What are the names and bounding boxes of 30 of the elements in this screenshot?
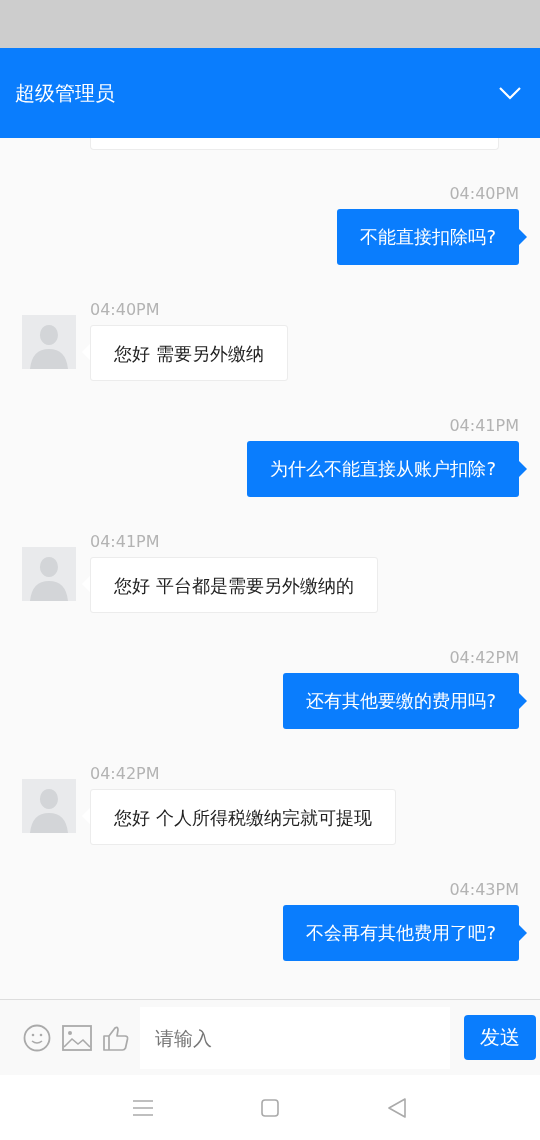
send-button[interactable]: 发送: [464, 1015, 536, 1060]
received-message: 您好 需要另外缴纳: [90, 325, 288, 381]
home-icon[interactable]: [261, 1098, 279, 1117]
message-time: 04:40PM: [449, 184, 519, 204]
image-icon[interactable]: [62, 1024, 92, 1051]
menu-icon[interactable]: [133, 1099, 153, 1116]
bubble-tail: [519, 461, 527, 477]
message-time: 04:41PM: [449, 416, 519, 436]
message-time: 04:42PM: [90, 764, 160, 784]
avatar-icon: [22, 315, 76, 369]
message-input[interactable]: 请输入: [140, 1006, 450, 1069]
bubble-tail: [519, 925, 527, 941]
bubble-tail: [519, 229, 527, 245]
message-time: 04:41PM: [90, 532, 160, 552]
avatar-icon: [22, 779, 76, 833]
avatar-icon: [22, 547, 76, 601]
message-time: 04:40PM: [90, 300, 160, 320]
sent-message: 为什么不能直接从账户扣除?: [247, 441, 519, 497]
back-icon[interactable]: [387, 1097, 407, 1118]
emoji-icon[interactable]: [22, 1022, 52, 1053]
chevron-down-icon[interactable]: [498, 86, 522, 100]
sent-message: 还有其他要缴的费用吗?: [283, 673, 519, 729]
sent-message: 不能直接扣除吗?: [337, 209, 519, 265]
bubble-tail: [519, 693, 527, 709]
received-message: 您好 个人所得税缴纳完就可提现: [90, 789, 396, 845]
chat-title: 超级管理员: [15, 79, 115, 107]
message-time: 04:42PM: [449, 648, 519, 668]
message-time: 04:43PM: [449, 880, 519, 900]
sent-message: 不会再有其他费用了吧?: [283, 905, 519, 961]
received-message: 您好 平台都是需要另外缴纳的: [90, 557, 378, 613]
